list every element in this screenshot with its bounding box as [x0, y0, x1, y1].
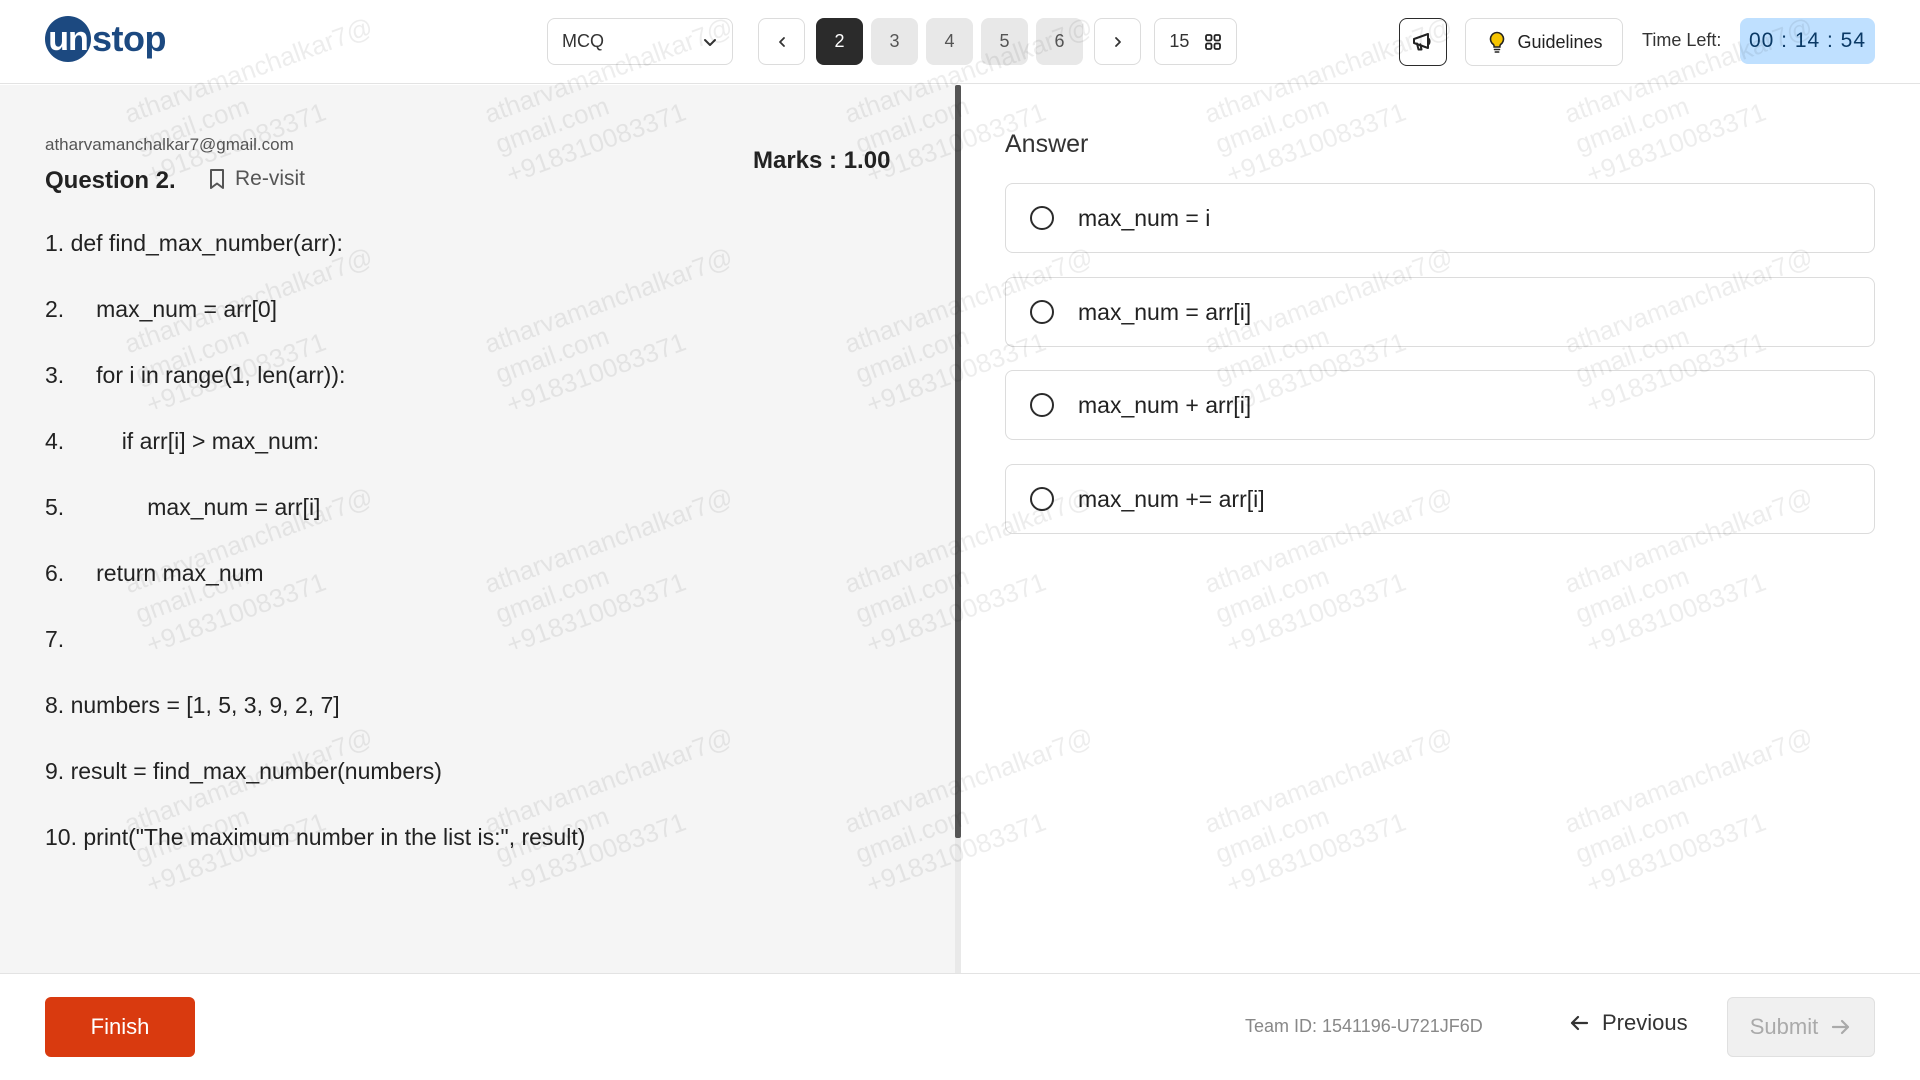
code-line: 5. max_num = arr[i]: [45, 494, 321, 520]
megaphone-icon: [1413, 33, 1431, 51]
all-questions-button[interactable]: 15: [1154, 18, 1237, 65]
bookmark-icon: [210, 169, 224, 189]
watermark: atharvamanchalkar7@ gmail.com +918310083…: [1560, 721, 1817, 900]
grid-icon: [1204, 33, 1221, 50]
submit-label: Submit: [1749, 1014, 1819, 1039]
revisit-label: Re-visit: [235, 167, 306, 190]
option-text: max_num + arr[i]: [1078, 391, 1252, 418]
answer-heading: Answer: [1005, 130, 1089, 158]
answer-option-3[interactable]: max_num + arr[i]: [1005, 370, 1875, 440]
code-line: 8. numbers = [1, 5, 3, 9, 2, 7]: [45, 692, 340, 718]
chevron-right-icon: [1114, 36, 1121, 47]
guidelines-label: Guidelines: [1517, 31, 1603, 52]
question-panel-scrollbar[interactable]: [955, 85, 961, 838]
question-nav-6[interactable]: 6: [1036, 18, 1083, 65]
prev-question-arrow[interactable]: [758, 18, 805, 65]
code-line: 10. print("The maximum number in the lis…: [45, 824, 586, 850]
total-questions-count: 15: [1169, 31, 1190, 51]
radio-button[interactable]: [1030, 487, 1054, 511]
radio-button[interactable]: [1030, 393, 1054, 417]
question-nav-2[interactable]: 2: [816, 18, 863, 65]
watermark: atharvamanchalkar7@ gmail.com +918310083…: [1200, 721, 1457, 900]
arrow-right-icon: [1832, 1019, 1850, 1035]
previous-label: Previous: [1602, 1010, 1688, 1035]
code-line: 9. result = find_max_number(numbers): [45, 758, 442, 784]
question-nav-3[interactable]: 3: [871, 18, 918, 65]
question-marks: Marks : 1.00: [753, 147, 891, 174]
logo-circle: un: [45, 16, 91, 62]
section-dropdown-value: MCQ: [562, 31, 604, 51]
top-bar: un stop MCQ 2 3 4 5 6 15 Guidelines Time…: [0, 0, 1920, 84]
question-title: Question 2.: [45, 167, 176, 194]
option-text: max_num = i: [1078, 204, 1211, 231]
team-id: Team ID: 1541196-U721JF6D: [1245, 1016, 1483, 1036]
guidelines-button[interactable]: Guidelines: [1465, 18, 1623, 66]
next-question-arrow[interactable]: [1094, 18, 1141, 65]
question-nav-5[interactable]: 5: [981, 18, 1028, 65]
answer-option-4[interactable]: max_num += arr[i]: [1005, 464, 1875, 534]
report-issue-button[interactable]: [1399, 18, 1447, 66]
code-line: 6. return max_num: [45, 560, 264, 586]
previous-button[interactable]: Previous: [1568, 1010, 1688, 1036]
code-line: 2. max_num = arr[0]: [45, 296, 278, 322]
chevron-left-icon: [778, 36, 785, 47]
user-email: atharvamanchalkar7@gmail.com: [45, 135, 294, 154]
answer-option-1[interactable]: max_num = i: [1005, 183, 1875, 253]
code-line: 1. def find_max_number(arr):: [45, 230, 343, 256]
answer-option-2[interactable]: max_num = arr[i]: [1005, 277, 1875, 347]
option-text: max_num += arr[i]: [1078, 485, 1265, 512]
lightbulb-icon: [1490, 31, 1505, 53]
submit-button[interactable]: Submit: [1727, 997, 1875, 1057]
radio-button[interactable]: [1030, 300, 1054, 324]
finish-button[interactable]: Finish: [45, 997, 195, 1057]
code-line: 3. for i in range(1, len(arr)):: [45, 362, 346, 388]
unstop-logo: un stop: [45, 14, 167, 64]
logo-text: stop: [92, 18, 167, 59]
timer-label: Time Left:: [1642, 30, 1722, 50]
option-text: max_num = arr[i]: [1078, 298, 1252, 325]
arrow-left-icon: [1570, 1015, 1589, 1031]
section-dropdown[interactable]: MCQ: [547, 18, 733, 65]
chevron-down-icon: [704, 38, 716, 46]
code-line: 7.: [45, 626, 65, 652]
radio-button[interactable]: [1030, 206, 1054, 230]
revisit-toggle[interactable]: Re-visit: [207, 167, 305, 191]
code-line: 4. if arr[i] > max_num:: [45, 428, 320, 454]
countdown-timer: 00 : 14 : 54: [1740, 18, 1875, 64]
question-nav-4[interactable]: 4: [926, 18, 973, 65]
